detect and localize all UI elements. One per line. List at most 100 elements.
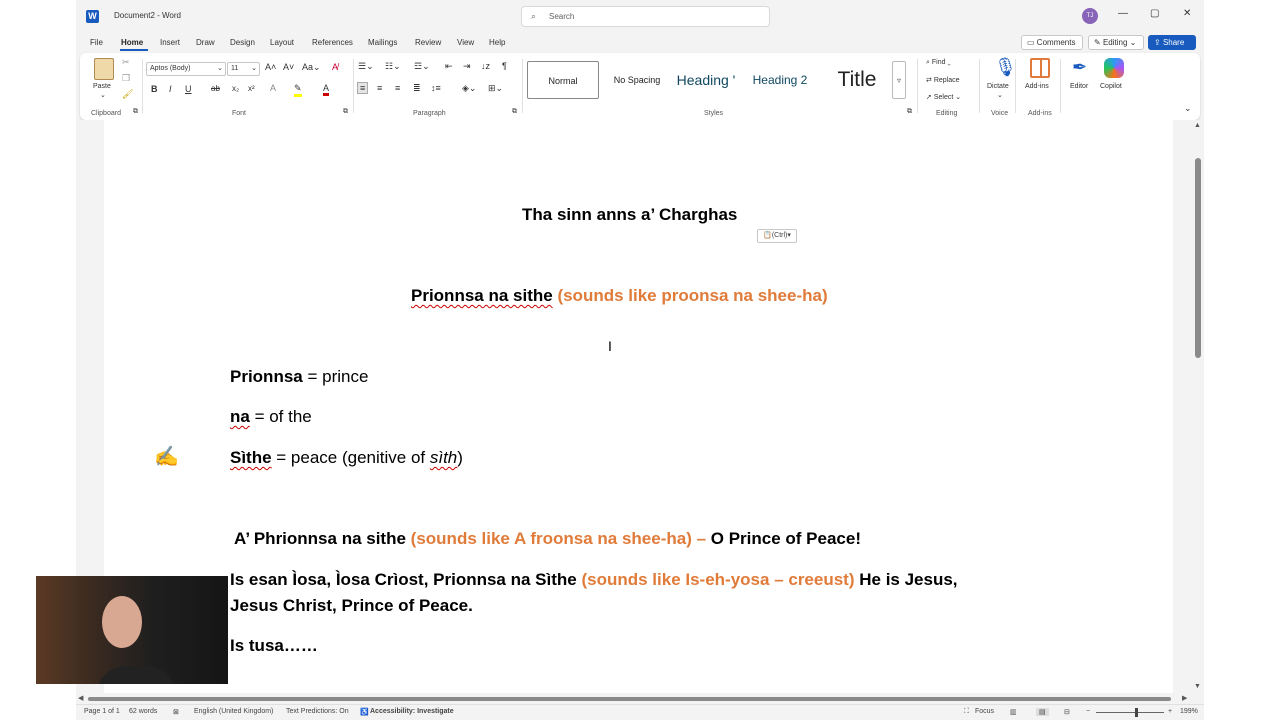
horizontal-scroll-thumb[interactable] [88,697,1171,701]
editor-icon[interactable]: ✒ [1072,57,1087,78]
tab-references[interactable]: References [312,38,353,47]
style-heading-2[interactable]: Heading 2 [745,61,815,99]
focus-button[interactable]: Focus [975,708,994,715]
dialog-launcher-icon[interactable]: ⧉ [907,108,912,116]
align-left-icon[interactable]: ≡ [357,82,369,94]
bold-icon[interactable]: B [151,84,158,94]
style-title[interactable]: Title [824,61,890,99]
zoom-slider[interactable] [1096,712,1164,713]
paste-options-button[interactable]: 📋(Ctrl)▾ [757,229,797,243]
zoom-level[interactable]: 199% [1180,708,1198,715]
editing-mode-button[interactable]: ✎ Editing ⌄ [1088,35,1144,50]
web-layout-icon[interactable]: ⊟ [1064,708,1070,716]
sentence-3[interactable]: Is tusa…… [230,636,318,656]
sentence-2-continued[interactable]: Jesus Christ, Prince of Peace. [230,596,473,616]
sentence-1[interactable]: A’ Phrionnsa na sithe (sounds like A fro… [234,529,861,549]
minimize-button[interactable]: — [1118,8,1128,19]
proofing-icon[interactable]: ⊠ [173,708,179,716]
decrease-indent-icon[interactable]: ⇤ [445,61,453,72]
paste-label[interactable]: Paste [93,83,111,90]
vocab-line-sithe[interactable]: Sìthe = peace (genitive of sìth) [230,448,463,468]
copilot-icon[interactable] [1104,58,1124,78]
close-button[interactable]: ✕ [1183,8,1191,19]
cut-icon[interactable]: ✂ [122,57,130,68]
multilevel-list-icon[interactable]: ☲⌄ [414,61,430,72]
tab-mailings[interactable]: Mailings [368,38,397,47]
style-normal[interactable]: Normal [527,61,599,99]
dialog-launcher-icon[interactable]: ⧉ [133,108,138,116]
vocab-line-na[interactable]: na = of the [230,407,312,427]
collapse-ribbon-icon[interactable]: ⌄ [1184,103,1192,114]
superscript-icon[interactable]: x² [248,84,255,93]
styles-gallery-more-icon[interactable]: ▿ [892,61,906,99]
text-effects-icon[interactable]: A [270,83,276,93]
clear-formatting-icon[interactable]: A̸ [332,62,338,72]
align-center-icon[interactable]: ≡ [377,83,382,93]
highlight-icon[interactable]: ✎ [294,83,302,97]
show-formatting-icon[interactable]: ¶ [502,61,507,71]
justify-icon[interactable]: ≣ [413,83,421,94]
select-button[interactable]: ➚ Select ⌄ [926,93,961,101]
borders-icon[interactable]: ⊞⌄ [488,83,503,94]
style-no-spacing[interactable]: No Spacing [604,61,670,99]
zoom-out-icon[interactable]: − [1086,708,1090,715]
share-button[interactable]: ⇪ Share [1148,35,1196,50]
dialog-launcher-icon[interactable]: ⧉ [343,108,348,116]
microphone-icon[interactable]: 🎙 [994,57,1017,78]
addins-label[interactable]: Add-ins [1025,83,1049,90]
comments-button[interactable]: ▭ Comments [1021,35,1083,50]
shading-icon[interactable]: ◈⌄ [462,83,476,94]
dictate-chevron-icon[interactable]: ⌄ [997,91,1003,99]
tab-view[interactable]: View [457,38,474,47]
dictate-label[interactable]: Dictate [987,83,1009,90]
tab-help[interactable]: Help [489,38,505,47]
style-heading-1[interactable]: Heading ' [672,61,740,99]
avatar[interactable]: TJ [1082,8,1098,24]
restore-button[interactable]: ▢ [1150,8,1159,19]
format-painter-icon[interactable]: 🖌 [122,89,133,100]
addins-icon[interactable] [1030,58,1050,78]
text-predictions-status[interactable]: Text Predictions: On [286,708,349,715]
font-color-icon[interactable]: A [323,83,330,96]
tab-layout[interactable]: Layout [270,38,294,47]
zoom-in-icon[interactable]: + [1168,708,1172,715]
sentence-2[interactable]: Is esan Ìosa, Ìosa Crìost, Prionnsa na S… [230,570,958,590]
magic-pen-icon[interactable]: ✍ [154,444,179,469]
zoom-slider-thumb[interactable] [1135,708,1138,717]
change-case-icon[interactable]: Aa⌄ [302,62,321,73]
numbering-icon[interactable]: ☷⌄ [385,61,401,72]
sort-icon[interactable]: ↓z [481,61,490,71]
read-mode-icon[interactable]: ▥ [1010,708,1017,716]
tab-draw[interactable]: Draw [196,38,215,47]
editor-label[interactable]: Editor [1070,83,1088,90]
align-right-icon[interactable]: ≡ [395,83,400,93]
accessibility-status[interactable]: Accessibility: Investigate [370,708,454,715]
print-layout-icon[interactable]: ▤ [1036,708,1049,716]
scroll-left-icon[interactable]: ◀ [78,694,83,702]
search-input[interactable]: ⌕ Search [521,6,770,27]
shrink-font-icon[interactable]: A˅ [283,62,294,72]
font-name-select[interactable]: Aptos (Body) ⌄ [146,62,226,76]
document-heading[interactable]: Tha sinn anns a’ Charghas [522,205,737,225]
increase-indent-icon[interactable]: ⇥ [463,61,471,72]
replace-button[interactable]: ⇄ Replace [926,76,960,84]
subscript-icon[interactable]: x₂ [232,84,239,93]
strikethrough-icon[interactable]: ab [211,84,220,93]
word-count[interactable]: 62 words [129,708,157,715]
paste-chevron-icon[interactable]: ⌄ [100,91,106,99]
tab-home[interactable]: Home [121,38,143,47]
bullets-icon[interactable]: ☰⌄ [358,61,374,72]
tab-design[interactable]: Design [230,38,255,47]
vertical-scroll-thumb[interactable] [1195,158,1201,358]
tab-file[interactable]: File [90,38,103,47]
copy-icon[interactable]: ❐ [122,73,130,84]
page-count[interactable]: Page 1 of 1 [84,708,120,715]
scroll-up-icon[interactable]: ▲ [1194,122,1201,129]
scroll-down-icon[interactable]: ▼ [1194,683,1201,690]
italic-icon[interactable]: I [169,84,172,94]
tab-review[interactable]: Review [415,38,441,47]
paste-icon[interactable] [94,58,114,80]
find-button[interactable]: ⌕ Find ⌄ [926,59,951,67]
line-spacing-icon[interactable]: ↕≡ [431,83,441,93]
copilot-label[interactable]: Copilot [1100,83,1122,90]
